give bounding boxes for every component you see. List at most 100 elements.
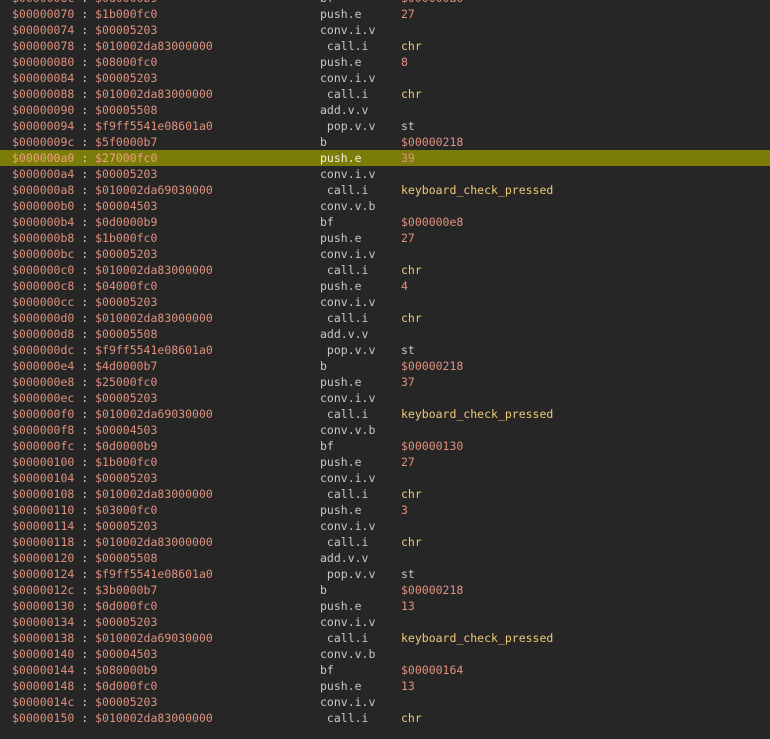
- listing-row[interactable]: $000000fc : $0d0000b9 bf $00000130: [0, 438, 770, 454]
- address-text: $00000114: [12, 519, 75, 533]
- listing-row[interactable]: $00000124 : $f9ff5541e08601a0 pop.v.v st: [0, 566, 770, 582]
- listing-row[interactable]: $00000150 : $010002da83000000 call.i chr: [0, 710, 770, 726]
- listing-row[interactable]: $0000009c : $5f0000b7 b $00000218: [0, 134, 770, 150]
- listing-row[interactable]: $000000bc : $00005203 conv.i.v: [0, 246, 770, 262]
- listing-row[interactable]: $000000b8 : $1b000fc0 push.e 27: [0, 230, 770, 246]
- listing-row[interactable]: $000000a8 : $010002da69030000 call.i keyb…: [0, 182, 770, 198]
- listing-row[interactable]: $0000014c : $00005203 conv.i.v: [0, 694, 770, 710]
- listing-row[interactable]: $000000a0 : $27000fc0 push.e 39: [0, 150, 770, 166]
- listing-row[interactable]: $00000110 : $03000fc0 push.e 3: [0, 502, 770, 518]
- operand-text: $00000164: [401, 663, 464, 677]
- address-text: $00000144: [12, 663, 75, 677]
- bytes-text: $0d0000b9: [95, 439, 158, 453]
- separator: :: [74, 455, 96, 469]
- listing-row[interactable]: $00000108 : $010002da83000000 call.i chr: [0, 486, 770, 502]
- listing-row[interactable]: $00000078 : $010002da83000000 call.i chr: [0, 38, 770, 54]
- bytes-text: $00005203: [95, 695, 158, 709]
- listing-row[interactable]: $00000118 : $010002da83000000 call.i chr: [0, 534, 770, 550]
- instruction-location: $000000fc : $0d0000b9: [12, 438, 157, 454]
- listing-row[interactable]: $000000dc : $f9ff5541e08601a0 pop.v.v st: [0, 342, 770, 358]
- listing-row[interactable]: $000000b4 : $0d0000b9 bf $000000e8: [0, 214, 770, 230]
- bytes-text: $00005203: [95, 247, 158, 261]
- listing-row[interactable]: $00000148 : $0d000fc0 push.e 13: [0, 678, 770, 694]
- listing-row[interactable]: $000000a4 : $00005203 conv.i.v: [0, 166, 770, 182]
- address-text: $00000110: [12, 503, 75, 517]
- listing-row[interactable]: $00000070 : $1b000fc0 push.e 27: [0, 6, 770, 22]
- listing-row[interactable]: $000000e4 : $4d0000b7 b $00000218: [0, 358, 770, 374]
- bytes-text: $0d0000b9: [95, 0, 157, 5]
- listing-row[interactable]: $000000f8 : $00004503 conv.v.b: [0, 422, 770, 438]
- separator: :: [74, 87, 96, 101]
- address-text: $0000014c: [12, 695, 75, 709]
- address-text: $00000148: [12, 679, 75, 693]
- instruction-location: $00000124 : $f9ff5541e08601a0: [12, 566, 213, 582]
- instruction-location: $00000130 : $0d000fc0: [12, 598, 157, 614]
- opcode-text: push.e: [320, 151, 362, 165]
- listing-row[interactable]: $00000084 : $00005203 conv.i.v: [0, 70, 770, 86]
- opcode-text: conv.i.v: [320, 695, 376, 709]
- address-text: $000000a4: [12, 167, 75, 181]
- address-text: $00000108: [12, 487, 75, 501]
- bytes-text: $00005203: [95, 295, 158, 309]
- listing-row[interactable]: $000000ec : $00005203 conv.i.v: [0, 390, 770, 406]
- operand-text: chr: [401, 487, 422, 501]
- operand-text: keyboard_check_pressed: [401, 407, 554, 421]
- listing-row[interactable]: $00000144 : $080000b9 bf $00000164: [0, 662, 770, 678]
- instruction-location: $000000d0 : $010002da83000000: [12, 310, 213, 326]
- separator: :: [74, 119, 96, 133]
- separator: :: [74, 167, 96, 181]
- bytes-text: $010002da69030000: [95, 631, 213, 645]
- operand-text: st: [401, 119, 415, 133]
- address-text: $000000fc: [12, 439, 75, 453]
- listing-row[interactable]: $00000100 : $1b000fc0 push.e 27: [0, 454, 770, 470]
- address-text: $000000e4: [12, 359, 75, 373]
- listing-row[interactable]: $000000c0 : $010002da83000000 call.i chr: [0, 262, 770, 278]
- instruction-location: $000000ec : $00005203: [12, 390, 157, 406]
- bytes-text: $08000fc0: [95, 55, 158, 69]
- bytes-text: $010002da83000000: [95, 711, 213, 725]
- listing-row[interactable]: $00000088 : $010002da83000000 call.i chr: [0, 86, 770, 102]
- disassembly-listing[interactable]: $0000006c : $0d0000b9 bf $000000a0 $0000007…: [0, 0, 770, 729]
- listing-row[interactable]: $00000138 : $010002da69030000 call.i keyb…: [0, 630, 770, 646]
- address-text: $00000118: [12, 535, 75, 549]
- opcode-text: conv.i.v: [320, 167, 376, 181]
- listing-row[interactable]: $00000134 : $00005203 conv.i.v: [0, 614, 770, 630]
- separator: :: [74, 231, 96, 245]
- opcode-text: call.i: [320, 711, 369, 725]
- listing-row[interactable]: $00000130 : $0d000fc0 push.e 13: [0, 598, 770, 614]
- separator: :: [74, 39, 96, 53]
- operand-text: 27: [401, 455, 415, 469]
- instruction-location: $0000009c : $5f0000b7: [12, 134, 157, 150]
- listing-row[interactable]: $0000012c : $3b0000b7 b $00000218: [0, 582, 770, 598]
- listing-row[interactable]: $000000b0 : $00004503 conv.v.b: [0, 198, 770, 214]
- listing-row[interactable]: $00000094 : $f9ff5541e08601a0 pop.v.v st: [0, 118, 770, 134]
- bytes-text: $010002da69030000: [95, 183, 213, 197]
- separator: :: [74, 7, 96, 21]
- listing-row[interactable]: $00000114 : $00005203 conv.i.v: [0, 518, 770, 534]
- listing-row[interactable]: $000000d0 : $010002da83000000 call.i chr: [0, 310, 770, 326]
- instruction-location: $000000a0 : $27000fc0: [12, 150, 157, 166]
- listing-row[interactable]: $000000d8 : $00005508 add.v.v: [0, 326, 770, 342]
- operand-text: 3: [401, 503, 408, 517]
- listing-row[interactable]: $00000140 : $00004503 conv.v.b: [0, 646, 770, 662]
- separator: :: [74, 359, 96, 373]
- bytes-text: $010002da83000000: [95, 535, 213, 549]
- instruction-location: $000000e8 : $25000fc0: [12, 374, 157, 390]
- opcode-text: conv.i.v: [320, 519, 376, 533]
- instruction-location: $000000d8 : $00005508: [12, 326, 157, 342]
- listing-row[interactable]: $000000f0 : $010002da69030000 call.i keyb…: [0, 406, 770, 422]
- operand-text: chr: [401, 311, 422, 325]
- listing-row[interactable]: $000000cc : $00005203 conv.i.v: [0, 294, 770, 310]
- listing-row[interactable]: $00000104 : $00005203 conv.i.v: [0, 470, 770, 486]
- listing-row[interactable]: $00000080 : $08000fc0 push.e 8: [0, 54, 770, 70]
- instruction-location: $00000074 : $00005203: [12, 22, 157, 38]
- listing-row[interactable]: $00000074 : $00005203 conv.i.v: [0, 22, 770, 38]
- listing-row[interactable]: $00000090 : $00005508 add.v.v: [0, 102, 770, 118]
- listing-row[interactable]: $00000120 : $00005508 add.v.v: [0, 550, 770, 566]
- separator: :: [74, 23, 96, 37]
- listing-row[interactable]: $000000e8 : $25000fc0 push.e 37: [0, 374, 770, 390]
- bytes-text: $00005203: [95, 615, 158, 629]
- listing-row[interactable]: $000000c8 : $04000fc0 push.e 4: [0, 278, 770, 294]
- opcode-text: pop.v.v: [320, 567, 376, 581]
- address-text: $00000084: [12, 71, 75, 85]
